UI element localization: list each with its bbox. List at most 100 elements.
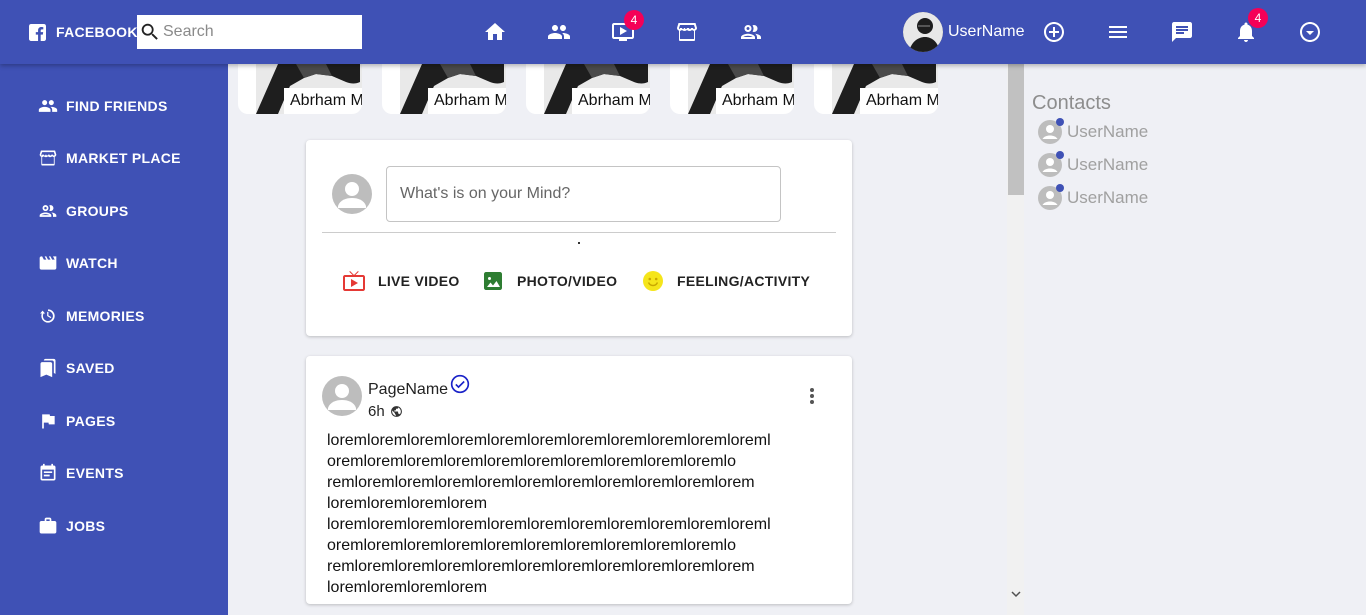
verified-check-icon xyxy=(450,374,470,394)
live-video-button[interactable]: LIVE VIDEO xyxy=(342,266,460,296)
sidebar-item-pages[interactable]: PAGES xyxy=(0,399,228,443)
avatar[interactable] xyxy=(322,376,362,416)
nav-friends[interactable] xyxy=(547,20,571,44)
emoji-icon xyxy=(641,269,665,293)
brand-name: FACEBOOK xyxy=(56,24,138,40)
messenger-icon xyxy=(1172,22,1192,42)
store-icon xyxy=(38,148,58,168)
contact-item[interactable]: UserName xyxy=(1038,151,1148,179)
menu-icon xyxy=(1109,26,1127,38)
sidebar-item-events[interactable]: EVENTS xyxy=(0,451,228,495)
page-name-link[interactable]: PageName xyxy=(368,381,448,399)
account-circle-icon xyxy=(1038,184,1064,210)
feeling-activity-button[interactable]: FEELING/ACTIVITY xyxy=(641,266,810,296)
contact-item[interactable]: UserName xyxy=(1038,118,1148,146)
story-name: Abrham M xyxy=(284,88,362,114)
search-box[interactable] xyxy=(137,15,362,49)
sidebar-item-market-place[interactable]: MARKET PLACE xyxy=(0,136,228,180)
story-card[interactable]: Abrham M xyxy=(526,64,650,114)
contact-name: UserName xyxy=(1067,155,1149,174)
post-text-line: remloremloremloremloremloremloremloremlo… xyxy=(327,558,755,575)
online-status-dot xyxy=(1056,151,1064,159)
nav-home[interactable] xyxy=(483,20,507,44)
account-dropdown-button[interactable] xyxy=(1298,20,1322,44)
sidebar-item-watch[interactable]: WATCH xyxy=(0,241,228,285)
nav-marketplace[interactable] xyxy=(675,20,699,44)
sidebar-item-saved[interactable]: SAVED xyxy=(0,346,228,390)
action-label: PHOTO/VIDEO xyxy=(517,273,618,289)
sidebar-item-label: FIND FRIENDS xyxy=(66,98,168,114)
post-text-line: remloremloremloremloremloremloremloremlo… xyxy=(327,474,755,491)
avatar xyxy=(332,174,372,214)
sidebar-item-label: GROUPS xyxy=(66,203,129,219)
sidebar-item-label: SAVED xyxy=(66,360,115,376)
profile-name: UserName xyxy=(948,23,1025,40)
sidebar-item-groups[interactable]: GROUPS xyxy=(0,189,228,233)
globe-icon xyxy=(390,406,402,417)
post-composer: LIVE VIDEO PHOTO/VIDEO FEELING/ACTIVITY xyxy=(306,140,852,336)
scrollbar-thumb[interactable] xyxy=(1008,64,1024,195)
post-text-line: loremloremloremlorem xyxy=(327,579,488,596)
menu-button[interactable] xyxy=(1106,20,1130,44)
event-icon xyxy=(38,463,58,483)
photo-video-button[interactable]: PHOTO/VIDEO xyxy=(481,266,617,296)
sidebar-item-label: MEMORIES xyxy=(66,308,145,324)
sidebar-item-find-friends[interactable]: FIND FRIENDS xyxy=(0,84,228,128)
messenger-button[interactable] xyxy=(1170,20,1194,44)
facebook-icon xyxy=(29,23,46,41)
post-card: PageName 6h loremloremloremlorem loremlor… xyxy=(306,356,852,604)
story-name: Abrham M xyxy=(428,88,506,114)
sidebar-item-label: WATCH xyxy=(66,255,118,271)
home-icon xyxy=(485,23,505,40)
post-time: 6h xyxy=(368,403,385,420)
bookmarks-icon xyxy=(38,358,58,378)
friends-icon xyxy=(548,25,570,39)
notifications-badge: 4 xyxy=(1248,8,1268,28)
divider-dot xyxy=(578,242,580,244)
account-circle-icon xyxy=(1038,151,1064,177)
nav-groups[interactable] xyxy=(739,20,763,44)
post-text: loremloremloremlorem loremloremloremlorem… xyxy=(327,430,817,598)
online-status-dot xyxy=(1056,184,1064,192)
live-tv-icon xyxy=(342,269,366,293)
chevron-down-icon[interactable] xyxy=(1010,588,1022,600)
contact-name: UserName xyxy=(1067,122,1149,141)
story-card[interactable]: Abrham M xyxy=(382,64,506,114)
sidebar-item-label: PAGES xyxy=(66,413,116,429)
contact-name: UserName xyxy=(1067,188,1149,207)
story-card[interactable]: Abrham M xyxy=(238,64,362,114)
brand[interactable]: FACEBOOK xyxy=(29,22,138,42)
post-text-line: oremloremloremloremloremloremloremloreml… xyxy=(327,537,736,554)
status-input[interactable] xyxy=(386,166,781,222)
story-card[interactable]: Abrham M xyxy=(670,64,794,114)
people-icon xyxy=(38,96,58,116)
groups-icon xyxy=(741,25,761,39)
post-timestamp: 6h xyxy=(368,403,403,420)
story-name: Abrham M xyxy=(716,88,794,114)
sidebar-item-jobs[interactable]: JOBS xyxy=(0,504,228,548)
create-button[interactable] xyxy=(1042,20,1066,44)
marketplace-icon xyxy=(677,23,697,41)
top-app-bar: FACEBOOK 4 UserName xyxy=(0,0,1366,64)
story-name: Abrham M xyxy=(860,88,938,114)
contact-item[interactable]: UserName xyxy=(1038,184,1148,212)
watch-badge: 4 xyxy=(624,10,644,30)
account-circle-icon xyxy=(1038,118,1064,144)
history-icon xyxy=(38,306,58,326)
sidebar-item-label: MARKET PLACE xyxy=(66,150,181,166)
profile-chip[interactable]: UserName xyxy=(903,12,1024,52)
contacts-title: Contacts xyxy=(1032,92,1111,114)
sidebar-item-label: JOBS xyxy=(66,518,106,534)
story-name: Abrham M xyxy=(572,88,650,114)
work-icon xyxy=(38,516,58,536)
photo-icon xyxy=(481,269,505,293)
account-dropdown-icon xyxy=(1300,22,1320,42)
person-icon xyxy=(328,384,356,410)
search-input[interactable] xyxy=(163,23,353,41)
search-icon xyxy=(141,23,158,40)
more-vert-icon[interactable] xyxy=(802,384,822,408)
story-card[interactable]: Abrham M xyxy=(814,64,938,114)
flag-icon xyxy=(38,411,58,431)
sidebar-item-label: EVENTS xyxy=(66,465,124,481)
sidebar-item-memories[interactable]: MEMORIES xyxy=(0,294,228,338)
